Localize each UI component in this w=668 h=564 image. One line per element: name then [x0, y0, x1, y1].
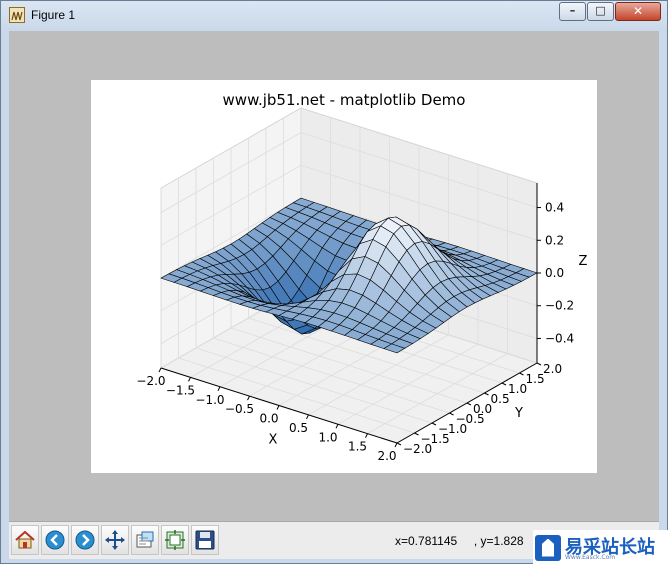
- move-cross-icon: [105, 530, 125, 550]
- x-tick-label: 0.0: [259, 412, 278, 426]
- y-tick-mark: [449, 412, 454, 416]
- x-tick-mark: [394, 442, 398, 448]
- forward-arrow-icon: [75, 530, 95, 550]
- x-tick-mark: [217, 386, 221, 391]
- y-tick-label: 0.5: [491, 392, 510, 406]
- minimize-icon: –: [569, 4, 576, 17]
- x-tick-mark: [365, 433, 368, 438]
- z-tick-label: −0.2: [545, 299, 574, 313]
- watermark-subtext: Www.Easck.Com: [565, 554, 616, 561]
- y-tick-label: 1.0: [508, 382, 527, 396]
- maximize-button[interactable]: □: [587, 2, 614, 21]
- x-tick-mark: [188, 377, 191, 382]
- y-tick-label: 1.5: [526, 372, 545, 386]
- y-tick-mark: [414, 432, 419, 436]
- x-tick-mark: [247, 395, 250, 401]
- floppy-disk-icon: [195, 530, 215, 550]
- zoom-button[interactable]: [131, 525, 159, 555]
- watermark-logo: 易采站长站 Www.Easck.Com: [533, 530, 668, 564]
- forward-button[interactable]: [71, 525, 99, 555]
- x-tick-label: −1.5: [166, 383, 195, 397]
- pan-button[interactable]: [101, 525, 129, 555]
- y-tick-mark: [501, 382, 507, 386]
- x-tick-mark: [158, 367, 162, 373]
- y-tick-mark: [519, 372, 524, 376]
- z-tick-label: 0.0: [545, 266, 564, 280]
- zoom-rect-icon: [136, 531, 154, 548]
- figure-canvas[interactable]: www.jb51.net - matplotlib Demo −2.0 −1.5−…: [91, 80, 597, 473]
- x-tick-mark: [276, 405, 280, 410]
- x-tick-label: −0.5: [225, 402, 254, 416]
- y-tick-mark: [536, 362, 542, 366]
- y-tick-mark: [431, 422, 437, 426]
- z-axis-label: Z: [579, 254, 588, 269]
- y-tick-label: 2.0: [543, 362, 562, 376]
- z-tick-label: 0.4: [545, 201, 564, 215]
- canvas-area[interactable]: www.jb51.net - matplotlib Demo −2.0 −1.5−…: [9, 31, 659, 521]
- surface-plot[interactable]: −2.0−1.5−1.0−0.50.00.51.01.52.0 −2.0−1.5−…: [91, 80, 597, 473]
- home-button[interactable]: [11, 525, 39, 555]
- x-tick-mark: [306, 414, 309, 420]
- y-tick-mark: [484, 392, 489, 396]
- app-icon: [9, 7, 25, 23]
- figure-window: Figure 1 – □ ✕ www.jb51.net - matplotlib…: [0, 0, 668, 564]
- x-tick-label: −2.0: [136, 374, 165, 388]
- back-button[interactable]: [41, 525, 69, 555]
- x-tick-label: 1.5: [348, 440, 367, 454]
- y-tick-label: 0.0: [473, 402, 492, 416]
- maximize-icon: □: [595, 4, 606, 17]
- subplots-config-icon: [165, 530, 185, 550]
- home-icon: [15, 530, 35, 549]
- back-arrow-icon: [45, 530, 65, 550]
- save-button[interactable]: [191, 525, 219, 555]
- window-title: Figure 1: [31, 8, 76, 22]
- y-tick-mark: [466, 402, 472, 406]
- x-axis-label: X: [269, 433, 278, 448]
- close-button[interactable]: ✕: [615, 2, 661, 21]
- z-tick-label: −0.4: [545, 332, 574, 346]
- minimize-button[interactable]: –: [559, 2, 586, 21]
- y-tick-mark: [396, 442, 402, 446]
- x-tick-label: 2.0: [377, 449, 396, 463]
- watermark-mark-icon: [535, 534, 561, 561]
- y-axis-label: Y: [514, 406, 523, 421]
- x-tick-label: 0.5: [289, 421, 308, 435]
- cursor-coordinates: x=0.781145 , y=1.828: [395, 534, 524, 548]
- close-icon: ✕: [632, 4, 644, 18]
- x-tick-label: −1.0: [195, 393, 224, 407]
- subplots-button[interactable]: [161, 525, 189, 555]
- z-tick-label: 0.2: [545, 233, 564, 247]
- x-tick-label: 1.0: [318, 430, 337, 444]
- title-bar[interactable]: Figure 1 – □ ✕: [1, 1, 667, 31]
- x-tick-mark: [335, 424, 339, 429]
